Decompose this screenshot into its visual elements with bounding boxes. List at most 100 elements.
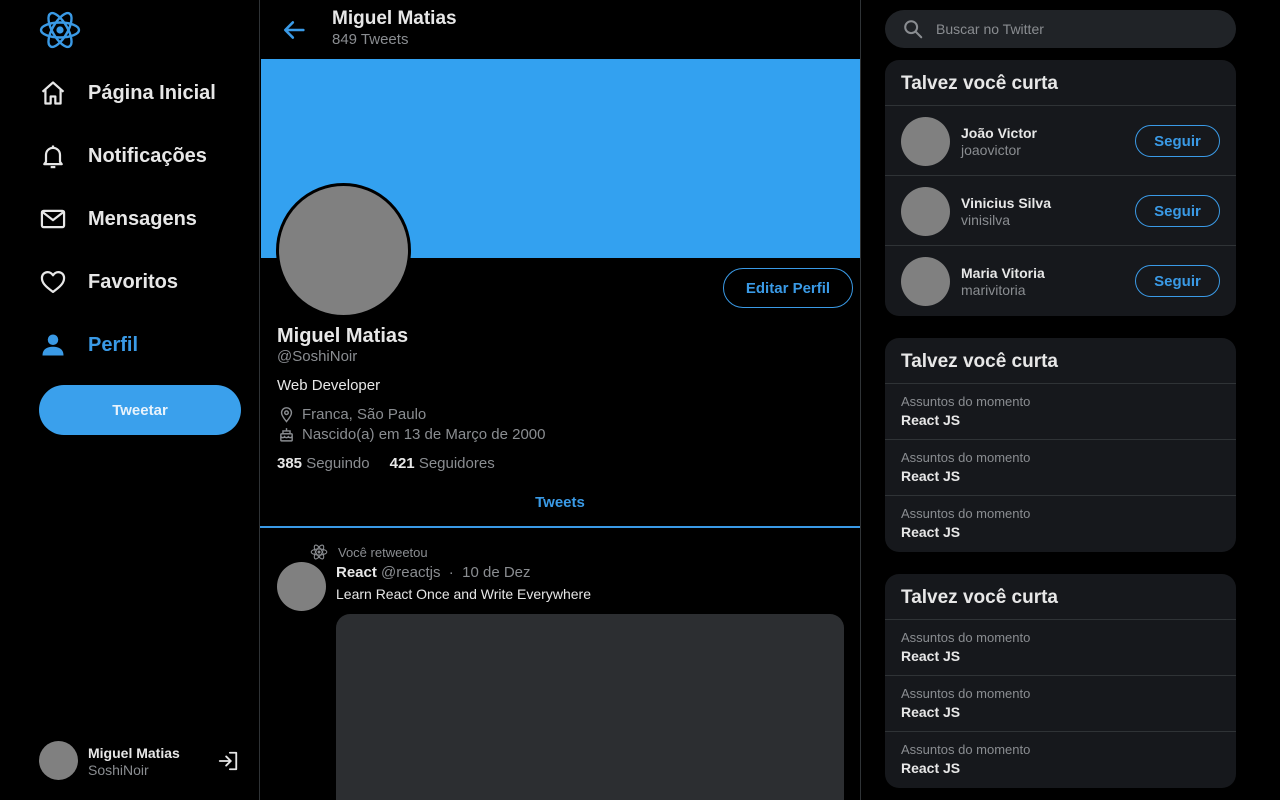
trend-label: Assuntos do momento bbox=[901, 450, 1031, 465]
logout-icon[interactable] bbox=[217, 750, 239, 772]
tweet[interactable]: Você retweetou React @reactjs · 10 de De… bbox=[260, 530, 860, 800]
trend-label: Assuntos do momento bbox=[901, 630, 1031, 645]
header-name: Miguel Matias bbox=[332, 8, 457, 29]
trends-card: Talvez você curta Assuntos do momento Re… bbox=[885, 574, 1236, 788]
sidebar-item-label: Favoritos bbox=[88, 270, 179, 293]
profile-column: Miguel Matias 849 Tweets Editar Perfil M… bbox=[260, 0, 861, 800]
avatar bbox=[39, 741, 78, 780]
sidebar-item-label: Notificações bbox=[88, 144, 207, 167]
follow-button[interactable]: Seguir bbox=[1135, 265, 1220, 297]
avatar[interactable] bbox=[901, 117, 950, 166]
trend-item[interactable]: Assuntos do momento React JS bbox=[885, 676, 1236, 732]
tweet-header: React @reactjs · 10 de Dez bbox=[336, 564, 531, 581]
retweet-indicator: Você retweetou bbox=[310, 543, 428, 561]
tweet-author[interactable]: React bbox=[336, 564, 377, 581]
trend-item[interactable]: Assuntos do momento React JS bbox=[885, 440, 1236, 496]
profile-header: Miguel Matias 849 Tweets bbox=[260, 0, 860, 58]
followers-link[interactable]: 421 Seguidores bbox=[390, 455, 495, 472]
retweet-label: Você retweetou bbox=[338, 544, 428, 560]
card-title: Talvez você curta bbox=[885, 574, 1236, 620]
profile-birthday: Nascido(a) em 13 de Março de 2000 bbox=[277, 424, 545, 444]
location-text: Franca, São Paulo bbox=[302, 405, 427, 423]
trend-topic: React JS bbox=[901, 468, 961, 484]
suggestion-handle: marivitoria bbox=[961, 282, 1026, 298]
home-icon bbox=[38, 78, 68, 108]
trend-label: Assuntos do momento bbox=[901, 686, 1031, 701]
edit-profile-button[interactable]: Editar Perfil bbox=[723, 268, 853, 308]
trends-card: Talvez você curta Assuntos do momento Re… bbox=[885, 338, 1236, 552]
back-arrow-icon[interactable] bbox=[280, 16, 308, 44]
tweet-separator: · bbox=[448, 564, 454, 581]
suggestion-name: João Victor bbox=[961, 125, 1037, 141]
account-switcher[interactable]: Miguel Matias SoshiNoir bbox=[39, 741, 241, 781]
avatar[interactable] bbox=[901, 257, 950, 306]
profile-location: Franca, São Paulo bbox=[277, 404, 426, 424]
follow-suggestions-card: Talvez você curta João Victor joaovictor… bbox=[885, 60, 1236, 316]
following-link[interactable]: 385 Seguindo bbox=[277, 455, 370, 472]
trend-topic: React JS bbox=[901, 524, 961, 540]
follow-button[interactable]: Seguir bbox=[1135, 195, 1220, 227]
sidebar-item-messages[interactable]: Mensagens bbox=[38, 199, 197, 239]
profile-tabs: Tweets bbox=[260, 482, 860, 528]
sidebar-item-label: Mensagens bbox=[88, 207, 197, 230]
trend-item[interactable]: Assuntos do momento React JS bbox=[885, 732, 1236, 788]
suggestion-name: Maria Vitoria bbox=[961, 265, 1045, 281]
follow-suggestion[interactable]: Vinicius Silva vinisilva Seguir bbox=[885, 176, 1236, 246]
tweet-media[interactable] bbox=[336, 614, 844, 800]
follow-suggestion[interactable]: João Victor joaovictor Seguir bbox=[885, 106, 1236, 176]
sidebar-item-notifications[interactable]: Notificações bbox=[38, 136, 207, 176]
trend-topic: React JS bbox=[901, 760, 961, 776]
followers-label: Seguidores bbox=[418, 455, 495, 472]
tweet-handle: @reactjs bbox=[381, 564, 441, 581]
suggestion-handle: joaovictor bbox=[961, 142, 1021, 158]
follow-stats: 385 Seguindo 421 Seguidores bbox=[277, 455, 495, 472]
account-name: Miguel Matias bbox=[88, 745, 180, 761]
trend-item[interactable]: Assuntos do momento React JS bbox=[885, 620, 1236, 676]
search-icon bbox=[902, 18, 924, 40]
followers-count: 421 bbox=[389, 455, 415, 472]
follow-button[interactable]: Seguir bbox=[1135, 125, 1220, 157]
trend-topic: React JS bbox=[901, 412, 961, 428]
avatar[interactable] bbox=[901, 187, 950, 236]
cake-icon bbox=[277, 425, 295, 443]
tweet-text: Learn React Once and Write Everywhere bbox=[336, 586, 591, 602]
mail-icon bbox=[38, 204, 68, 234]
card-title: Talvez você curta bbox=[885, 338, 1236, 384]
location-pin-icon bbox=[277, 405, 295, 423]
react-atom-icon[interactable] bbox=[38, 8, 82, 52]
tweet-date: 10 de Dez bbox=[462, 564, 531, 581]
sidebar: Página Inicial Notificações Mensagens Fa… bbox=[0, 0, 260, 800]
react-atom-icon bbox=[310, 543, 328, 561]
suggestion-handle: vinisilva bbox=[961, 212, 1011, 228]
sidebar-item-profile[interactable]: Perfil bbox=[38, 325, 138, 365]
sidebar-item-home[interactable]: Página Inicial bbox=[38, 73, 216, 113]
tweet-count: 849 Tweets bbox=[332, 31, 409, 48]
card-title: Talvez você curta bbox=[885, 60, 1236, 106]
search-bar[interactable] bbox=[885, 10, 1236, 48]
trend-item[interactable]: Assuntos do momento React JS bbox=[885, 496, 1236, 552]
heart-icon bbox=[38, 267, 68, 297]
suggestion-name: Vinicius Silva bbox=[961, 195, 1052, 211]
account-handle: SoshiNoir bbox=[88, 762, 149, 778]
bell-icon bbox=[38, 141, 68, 171]
search-input[interactable] bbox=[936, 21, 1216, 37]
profile-handle: @SoshiNoir bbox=[277, 348, 358, 365]
follow-suggestion[interactable]: Maria Vitoria marivitoria Seguir bbox=[885, 246, 1236, 316]
following-count: 385 bbox=[277, 455, 303, 472]
following-label: Seguindo bbox=[306, 455, 370, 472]
profile-avatar[interactable] bbox=[276, 183, 411, 318]
profile-name: Miguel Matias bbox=[277, 325, 409, 347]
tweet-button[interactable]: Tweetar bbox=[39, 385, 241, 435]
trend-topic: React JS bbox=[901, 704, 961, 720]
birthday-text: Nascido(a) em 13 de Março de 2000 bbox=[302, 425, 546, 443]
person-icon bbox=[38, 330, 68, 360]
right-sidebar: Talvez você curta João Victor joaovictor… bbox=[861, 0, 1280, 800]
sidebar-item-favorites[interactable]: Favoritos bbox=[38, 262, 178, 302]
trend-item[interactable]: Assuntos do momento React JS bbox=[885, 384, 1236, 440]
trend-label: Assuntos do momento bbox=[901, 394, 1031, 409]
trend-topic: React JS bbox=[901, 648, 961, 664]
profile-bio: Web Developer bbox=[277, 377, 381, 394]
sidebar-item-label: Perfil bbox=[88, 333, 139, 356]
tweet-avatar[interactable] bbox=[277, 562, 326, 611]
tab-tweets[interactable]: Tweets bbox=[260, 494, 860, 511]
